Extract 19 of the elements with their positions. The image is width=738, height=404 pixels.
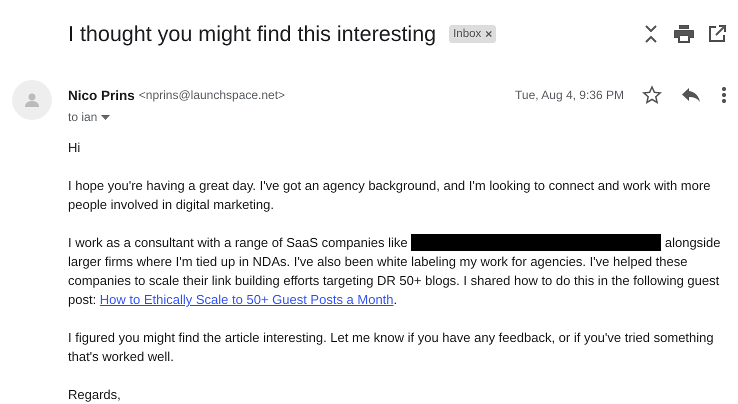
star-icon[interactable] [642, 85, 662, 105]
more-options-icon[interactable] [722, 87, 726, 103]
inbox-label[interactable]: Inbox × [449, 25, 496, 43]
email-paragraph: I hope you're having a great day. I've got an agency background, and I'm looking to connect and work with more people involved in digital marketing. [68, 177, 712, 214]
open-in-new-window-icon[interactable] [708, 25, 726, 43]
sender-name: Nico Prins [68, 88, 135, 102]
email-subject: I thought you might find this interesting [68, 22, 436, 46]
email-paragraph: Hi [68, 139, 82, 157]
email-paragraph: I work as a consultant with a range of SaaS companies like alongside larger firms where I'm tied up in NDAs. I've also been white labeling my work for agencies. I've helped these companies to scale their link building efforts targeting DR 50+ blogs. I shared how to do this in the following guest post: How to Ethically Scale to 50+ Guest Posts a Month. [68, 233, 722, 309]
article-link[interactable]: How to Ethically Scale to 50+ Guest Posts a Month [100, 292, 394, 307]
sender-email: <nprins@launchspace.net> [138, 88, 286, 102]
avatar-icon [12, 80, 52, 120]
email-date: Tue, Aug 4, 9:36 PM [515, 88, 624, 102]
email-paragraph: I figured you might find the article interesting. Let me know if you have any feedback, or if you've tried something that's worked well. [68, 329, 715, 366]
caret-icon [101, 114, 110, 120]
reply-icon[interactable] [682, 88, 700, 102]
recipient-dropdown[interactable]: to ian [68, 110, 110, 124]
print-icon[interactable] [674, 25, 694, 43]
email-paragraph: Regards, [68, 386, 122, 404]
